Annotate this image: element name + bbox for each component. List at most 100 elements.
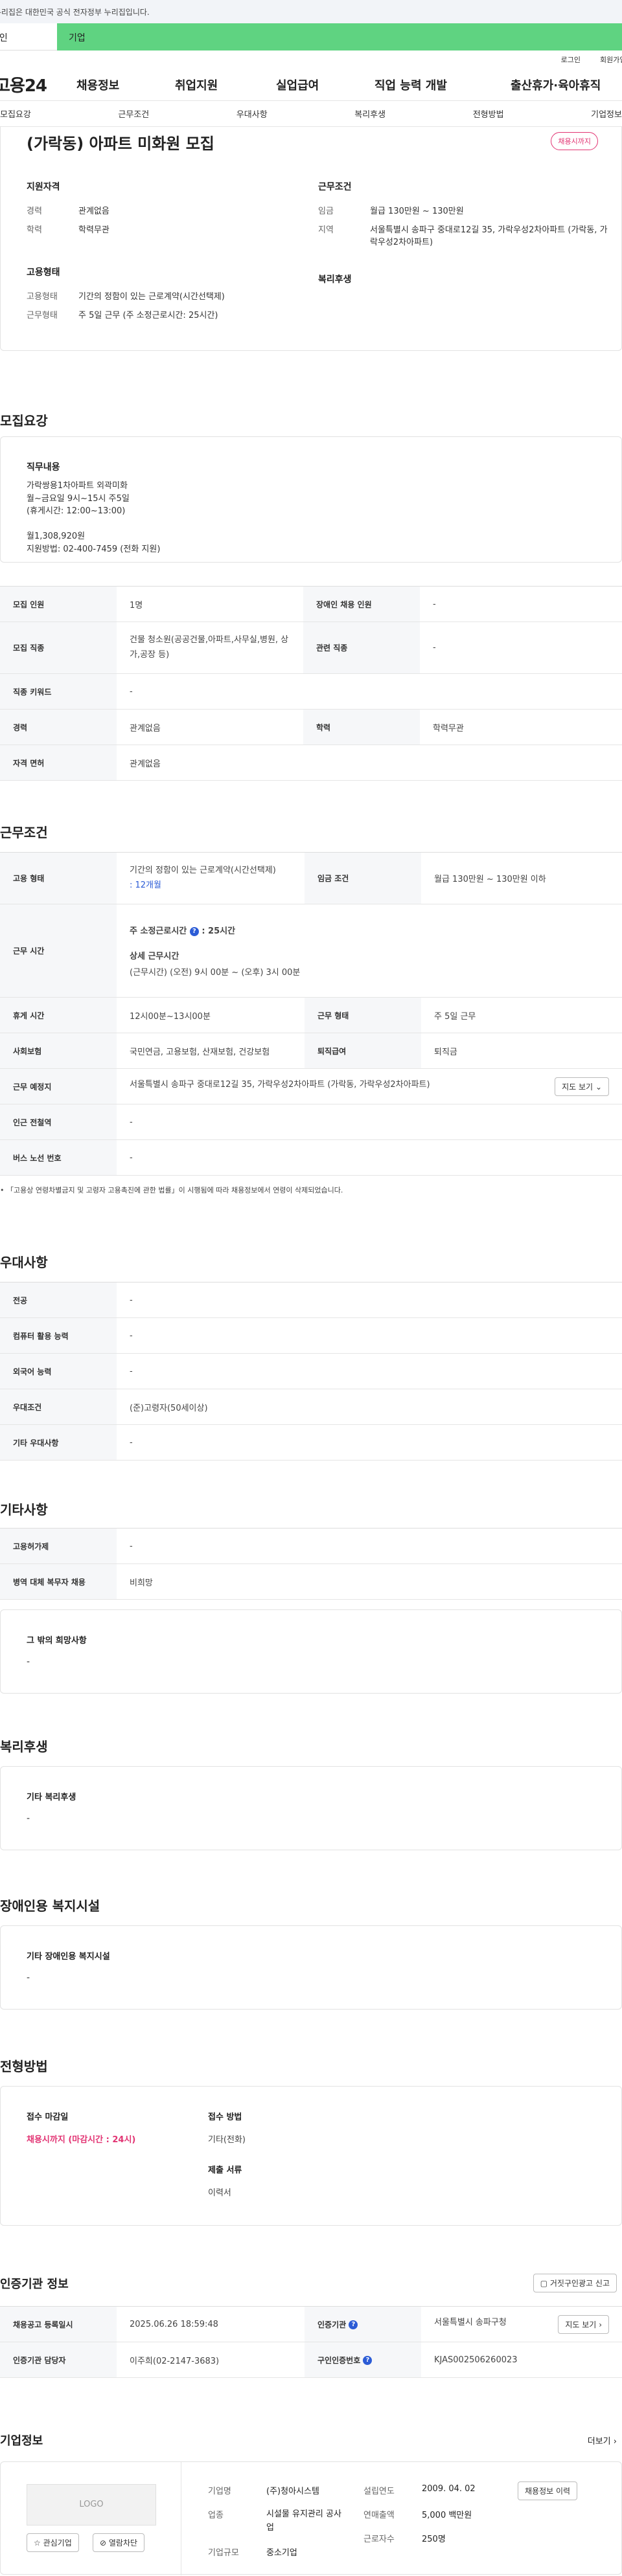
method-value: 기타(전화) bbox=[208, 2135, 246, 2145]
tab-corp[interactable]: 기업 bbox=[57, 23, 622, 50]
welfare-box-value: - bbox=[27, 1813, 30, 1824]
job-history-button[interactable]: 채용정보 이력 bbox=[518, 2481, 578, 2500]
gov-banner: 이 누리집은 대한민국 공식 전자정부 누리집입니다. bbox=[0, 0, 622, 23]
company-section: 기업정보 더보기 › bbox=[0, 2432, 622, 2448]
gnb-item-employment-support[interactable]: 취업지원 bbox=[175, 76, 276, 93]
company-box: LOGO ☆ 관심기업 ⊘ 열람차단 기업명 (주)청아시스템 업종 시설물 유지관… bbox=[0, 2461, 622, 2575]
company-field: 기업규모 중소기업 bbox=[208, 2548, 297, 2558]
emp-row: 근무형태 주 5일 근무 (주 소정근로시간: 25시간) bbox=[27, 310, 218, 320]
subnav-pref[interactable]: 우대사항 bbox=[236, 107, 268, 120]
disabled-box: 기타 장애인용 복지시설 - bbox=[0, 1925, 622, 2010]
disabled-box-value: - bbox=[27, 1973, 30, 1983]
hours-detail: (근무시간) (오전) 9시 00분 ~ (오후) 3시 00분 bbox=[130, 968, 301, 978]
company-field: 기업명 (주)청아시스템 bbox=[208, 2487, 319, 2496]
cond-row: 임금 월급 130만원 ~ 130만원 bbox=[318, 207, 464, 216]
emp-row: 고용형태 기간의 정함이 있는 근로계약(시간선택제) bbox=[27, 291, 225, 302]
cert-map-button[interactable]: 지도 보기 › bbox=[558, 2314, 609, 2334]
hours-detail-title: 상세 근무시간 bbox=[130, 952, 179, 961]
table-row: 컴퓨터 활용 능력 - bbox=[0, 1317, 622, 1354]
favorite-company-button[interactable]: ☆ 관심기업 bbox=[27, 2533, 79, 2552]
deadline-block: 접수 마감일 채용시까지 (마감시간 : 24시) bbox=[27, 2110, 135, 2145]
table-row: 모집 직종 건물 청소원(공공건물,아파트,사무실,병원, 상가,공장 등) 관련… bbox=[0, 622, 622, 674]
pref-table: 전공 - 컴퓨터 활용 능력 - 외국어 능력 - 우대조건 (준)고령자(50세이상)… bbox=[0, 1282, 622, 1461]
duty-text: 가락쌍용1차아파트 외곽미화 월~금요일 9시~15시 주5일 (휴게시간: 1… bbox=[27, 481, 161, 554]
table-row: 직종 키워드 - bbox=[0, 673, 622, 710]
user-type-tabs: 개인 기업 bbox=[0, 23, 622, 50]
gnb-item-skills-development[interactable]: 직업 능력 개발 bbox=[374, 76, 511, 93]
duty-box: 직무내용 가락쌍용1차아파트 외곽미화 월~금요일 9시~15시 주5일 (휴게… bbox=[0, 436, 622, 563]
table-row: 근무 예정지 서울특별시 송파구 중대로12길 35, 가락우성2차아파트 (가… bbox=[0, 1068, 622, 1104]
join-link[interactable]: 회원가입 bbox=[600, 54, 622, 65]
company-title: 기업정보 bbox=[0, 2434, 43, 2448]
welfare-box-title: 기타 복리후생 bbox=[27, 1793, 76, 1802]
block-view-button[interactable]: ⊘ 열람차단 bbox=[93, 2533, 145, 2552]
deadline-badge: 채용시까지 bbox=[551, 132, 598, 150]
method-block: 접수 방법 기타(전화) 제출 서류 이력서 bbox=[208, 2110, 246, 2198]
workcond-table: 고용 형태 기간의 정함이 있는 근로계약(시간선택제): 12개월 임금 조건… bbox=[0, 852, 622, 1176]
subnav-recruit[interactable]: 모집요강 bbox=[0, 107, 31, 120]
etc-table: 고용허가제 - 병역 대체 복무자 채용 비희망 bbox=[0, 1528, 622, 1600]
selection-box: 접수 마감일 채용시까지 (마감시간 : 24시) 접수 방법 기타(전화) 제… bbox=[0, 2086, 622, 2226]
cert-title: 인증기관 정보 bbox=[0, 2278, 69, 2291]
info-icon[interactable]: ? bbox=[363, 2356, 373, 2365]
etc-table-wrap: 고용허가제 - 병역 대체 복무자 채용 비희망 bbox=[0, 1528, 622, 1600]
gov-banner-text: 이 누리집은 대한민국 공식 전자정부 누리집입니다. bbox=[0, 8, 150, 17]
pref-section: 우대사항 bbox=[0, 1252, 48, 1271]
cert-table: 채용공고 등록일시 2025.06.26 18:59:48 인증기관 ? 서울특별… bbox=[0, 2306, 622, 2378]
age-notice: • 「고용상 연령차별금지 및 고령자 고용촉진에 관한 법률」이 시행됨에 따… bbox=[0, 1186, 343, 1194]
etc-section: 기타사항 bbox=[0, 1499, 48, 1518]
company-fields: 기업명 (주)청아시스템 업종 시설물 유지관리 공사업 기업규모 중소기업 bbox=[208, 2484, 351, 2558]
gnb-item-jobs[interactable]: 채용정보 bbox=[76, 76, 175, 93]
map-button[interactable]: 지도 보기 ⌄ bbox=[555, 1077, 609, 1096]
disabled-title: 장애인용 복지시설 bbox=[0, 1898, 100, 1914]
company-logo: LOGO bbox=[27, 2484, 156, 2526]
subnav-company[interactable]: 기업정보 bbox=[591, 107, 622, 120]
company-more-link[interactable]: 더보기 › bbox=[588, 2434, 617, 2447]
table-row: 전공 - bbox=[0, 1282, 622, 1318]
job-title: (가락동) 아파트 미화원 모집 bbox=[27, 135, 214, 153]
table-row: 우대조건 (준)고령자(50세이상) bbox=[0, 1389, 622, 1425]
contract-period-link[interactable]: : 12개월 bbox=[130, 880, 161, 890]
selection-title: 전형방법 bbox=[0, 2059, 48, 2074]
table-row: 인증기관 담당자 이주희(02-2147-3683) 구인인증번호 ? KJAS0… bbox=[0, 2342, 622, 2378]
workcond-title: 근무조건 bbox=[0, 825, 48, 840]
pref-title: 우대사항 bbox=[0, 1255, 48, 1270]
deadline-value: 채용시까지 (마감시간 : 24시) bbox=[27, 2135, 136, 2145]
recruit-table: 모집 인원 1명 장애인 채용 인원 - 모집 직종 건물 청소원(공공건물,아파트,… bbox=[0, 586, 622, 781]
qual-title: 지원자격 bbox=[27, 182, 60, 192]
login-link[interactable]: 로그인 bbox=[561, 54, 581, 65]
global-nav: 고용24 채용정보 취업지원 실업급여 직업 능력 개발 출산휴가·육아휴직 bbox=[0, 69, 622, 101]
subnav-workcond[interactable]: 근무조건 bbox=[118, 107, 149, 120]
subnav-welfare[interactable]: 복리후생 bbox=[354, 107, 386, 120]
info-icon[interactable]: ? bbox=[189, 926, 199, 936]
table-row: 사회보험 국민연금, 고용보험, 산재보험, 건강보험 퇴직급여 퇴직금 bbox=[0, 1033, 622, 1069]
table-row: 기타 우대사항 - bbox=[0, 1424, 622, 1461]
table-row: 병역 대체 복무자 채용 비희망 bbox=[0, 1563, 622, 1600]
welfare-section: 복리후생 bbox=[0, 1736, 48, 1755]
company-field: 설립연도 2009. 04. 02 bbox=[363, 2484, 476, 2496]
docs-title: 제출 서류 bbox=[208, 2166, 242, 2175]
extra-title: 그 밖의 희망사항 bbox=[27, 1636, 87, 1646]
recruit-table-wrap: 모집 인원 1명 장애인 채용 인원 - 모집 직종 건물 청소원(공공건물,아파트,… bbox=[0, 586, 622, 781]
star-icon: ☆ bbox=[34, 2538, 41, 2548]
info-icon[interactable]: ? bbox=[349, 2320, 358, 2329]
emp-title: 고용형태 bbox=[27, 267, 60, 278]
deadline-title: 접수 마감일 bbox=[27, 2112, 69, 2122]
company-field: 연매출액 5,000 백만원 bbox=[363, 2511, 472, 2520]
qual-row: 학력 학력무관 bbox=[27, 225, 109, 235]
gnb-item-parental-leave[interactable]: 출산휴가·육아휴직 bbox=[511, 76, 601, 93]
tab-person[interactable]: 개인 bbox=[0, 23, 57, 50]
welfare-box: 기타 복리후생 - bbox=[0, 1766, 622, 1850]
extra-box: 그 밖의 희망사항 - bbox=[0, 1609, 622, 1694]
disabled-section: 장애인용 복지시설 bbox=[0, 1896, 100, 1914]
table-row: 고용허가제 - bbox=[0, 1528, 622, 1564]
site-logo[interactable]: 고용24 bbox=[0, 73, 76, 96]
recruit-title: 모집요강 bbox=[0, 413, 48, 429]
cond-row: 지역 서울특별시 송파구 중대로12길 35, 가락우성2차아파트 (가락동, 가… bbox=[318, 225, 608, 247]
subnav-selection[interactable]: 전형방법 bbox=[473, 107, 504, 120]
table-row: 근무 시간 주 소정근로시간 ? : 25시간 상세 근무시간 (근무시간) (… bbox=[0, 904, 622, 998]
table-row: 휴게 시간 12시00분~13시00분 근무 형태 주 5일 근무 bbox=[0, 997, 622, 1033]
gnb-item-unemployment-benefit[interactable]: 실업급여 bbox=[276, 76, 374, 93]
report-button[interactable]: ▢ 거짓구인광고 신고 bbox=[533, 2274, 617, 2292]
cert-section: 인증기관 정보 ▢ 거짓구인광고 신고 bbox=[0, 2274, 622, 2292]
